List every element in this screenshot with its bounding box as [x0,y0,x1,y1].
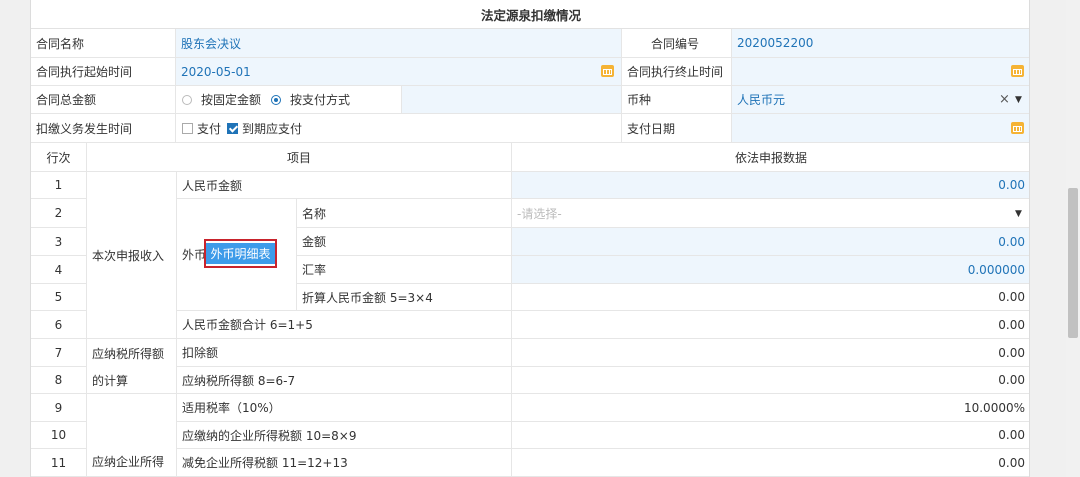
radio-selected-icon [271,94,282,105]
contract-end-field[interactable] [732,58,1029,86]
value-cell: 0.00 [512,284,1029,311]
select-placeholder: -请选择- [517,206,562,221]
foreign-currency-detail-button[interactable]: 外币明细表 [204,239,277,268]
radio-by-payment[interactable]: 按支付方式 [271,91,350,108]
clear-icon[interactable]: × [999,92,1010,107]
contract-end-label: 合同执行终止时间 [622,58,732,86]
checkbox-icon [182,122,193,134]
row-number: 6 [31,311,87,339]
row-number: 1 [31,172,87,199]
contract-amount-field[interactable] [402,86,622,114]
row-number: 5 [31,284,87,311]
contract-name-label: 合同名称 [31,29,176,58]
obligation-checkbox-group: 支付 到期应支付 [176,114,622,143]
obligation-time-label: 扣缴义务发生时间 [31,114,176,143]
value-cell: 0.00 [512,311,1029,339]
exchange-rate-input[interactable]: 0.000000 [512,256,1029,284]
row-number: 10 [31,422,87,449]
group-taxable-label-line1: 应纳税所得额 [87,339,177,367]
dropdown-arrow-icon[interactable]: ▼ [1015,209,1022,219]
pay-date-label: 支付日期 [622,114,732,143]
item-label: 折算人民币金额 5=3×4 [297,284,512,311]
calendar-icon[interactable] [1011,65,1024,77]
item-label: 名称 [297,199,512,228]
item-label: 扣除额 [177,339,512,367]
dropdown-arrow-icon[interactable]: ▼ [1015,95,1022,105]
item-label: 人民币金额合计 6=1+5 [177,311,512,339]
header-item: 项目 [87,143,512,172]
contract-amount-label: 合同总金额 [31,86,176,114]
value-cell: 10.0000% [512,394,1029,422]
group-income-label: 本次申报收入 [87,172,177,339]
item-label: 金额 [297,228,512,256]
foreign-currency-detail-label: 外币明细表 [206,243,275,264]
calendar-icon[interactable] [601,65,614,77]
currency-name-select[interactable]: -请选择- [512,199,1029,228]
item-label: 应纳税所得额 8=6-7 [177,367,512,394]
amount-method-radio-group: 按固定金额 按支付方式 [176,86,402,114]
radio-icon [182,94,192,105]
currency-value: 人民币元 [737,93,786,107]
row-number: 8 [31,367,87,394]
checkbox-checked-icon [227,122,239,134]
withholding-form: 法定源泉扣缴情况 合同名称 股东会决议 合同编号 2020052200 合同执行… [30,0,1030,477]
row-number: 2 [31,199,87,228]
row-number: 4 [31,256,87,284]
value-cell: 0.00 [512,422,1029,449]
item-label: 汇率 [297,256,512,284]
item-label: 适用税率（10%） [177,394,512,422]
item-label: 应缴纳的企业所得税额 10=8×9 [177,422,512,449]
group-tax-due-label: 应纳企业所得 [87,394,177,477]
pay-date-field[interactable] [732,114,1029,143]
checkbox-pay[interactable]: 支付 [182,120,221,137]
item-label: 人民币金额 [177,172,512,199]
header-declared-data: 依法申报数据 [512,143,1029,172]
currency-select[interactable]: 人民币元 [732,86,1029,114]
checkbox-due-pay[interactable]: 到期应支付 [227,120,302,137]
contract-start-value: 2020-05-01 [181,64,251,79]
contract-number-field[interactable]: 2020052200 [732,29,1029,58]
row-number: 3 [31,228,87,256]
contract-start-label: 合同执行起始时间 [31,58,176,86]
value-cell: 0.00 [512,367,1029,394]
item-label: 减免企业所得税额 11=12+13 [177,449,512,477]
foreign-amount-input[interactable]: 0.00 [512,228,1029,256]
value-cell: 0.00 [512,449,1029,477]
value-cell: 0.00 [512,339,1029,367]
contract-number-label: 合同编号 [622,29,732,58]
row-number: 9 [31,394,87,422]
contract-name-field[interactable]: 股东会决议 [176,29,622,58]
vertical-scrollbar[interactable] [1066,0,1080,477]
calendar-icon[interactable] [1011,122,1024,134]
row-number: 7 [31,339,87,367]
group-taxable-label-line2: 的计算 [87,367,177,394]
form-title: 法定源泉扣缴情况 [31,0,1029,29]
row-number: 11 [31,449,87,477]
currency-label: 币种 [622,86,732,114]
contract-start-field[interactable]: 2020-05-01 [176,58,622,86]
scrollbar-thumb[interactable] [1068,188,1078,338]
radio-fixed-amount[interactable]: 按固定金额 [182,91,261,108]
rmb-amount-input[interactable]: 0.00 [512,172,1029,199]
header-row-number: 行次 [31,143,87,172]
